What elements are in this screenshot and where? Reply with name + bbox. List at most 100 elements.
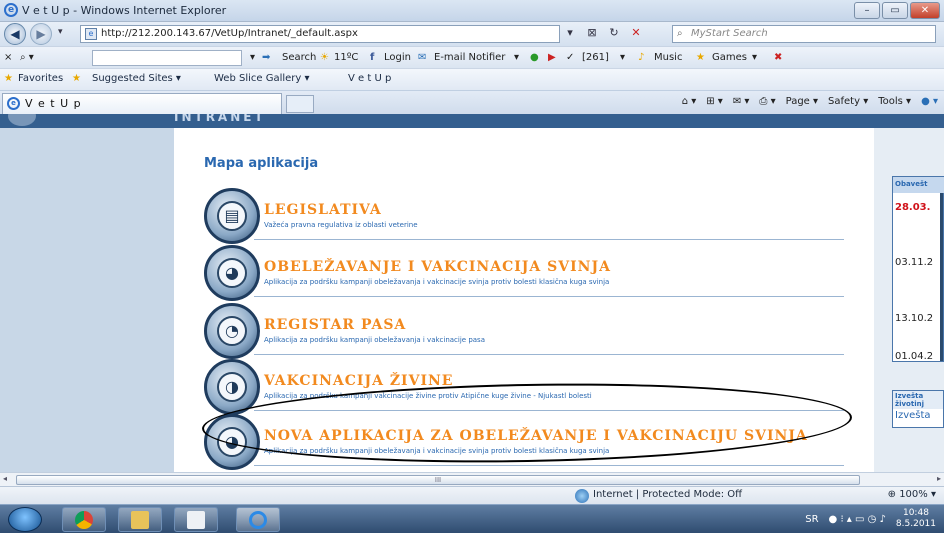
notice-date[interactable]: 28.03.: [895, 202, 930, 213]
help-icon[interactable]: ● ▾: [921, 96, 938, 107]
feeds-icon[interactable]: ⊞ ▾: [706, 96, 723, 107]
scroll-thumb[interactable]: III: [16, 475, 860, 485]
notice-date[interactable]: 03.11.2: [895, 257, 933, 268]
address-bar: ◀ ▶ ▾ e http://212.200.143.67/VetUp/Intr…: [0, 22, 944, 46]
weather-icon[interactable]: ☀: [320, 50, 329, 66]
zoom-control[interactable]: ⊕ 100% ▾: [888, 489, 936, 500]
search-toolbar-icon[interactable]: ⌕ ▾: [20, 50, 34, 66]
facebook-icon: f: [370, 52, 375, 63]
toolbar-search-input[interactable]: [92, 50, 242, 66]
taskbar-document[interactable]: [174, 507, 218, 532]
zoom-icon: ⊕: [887, 489, 896, 500]
banner-text: INTRANET: [174, 114, 266, 124]
notification-count[interactable]: [261]: [582, 50, 609, 66]
compat-view-icon[interactable]: ⊠: [584, 25, 600, 41]
taskbar-explorer[interactable]: [118, 507, 162, 532]
email-dropdown-icon[interactable]: ▾: [514, 50, 519, 66]
close-addon-icon[interactable]: ✖: [774, 50, 782, 66]
app-name[interactable]: VAKCINACIJA ŽIVINE: [264, 373, 453, 389]
taskbar-ie[interactable]: [236, 507, 280, 532]
toolbar-search-dropdown-icon[interactable]: ▾: [250, 50, 255, 66]
new-tab-button[interactable]: [286, 95, 314, 113]
count-dropdown-icon[interactable]: ▾: [620, 50, 625, 66]
games-button[interactable]: Games: [712, 50, 747, 66]
document-icon: ▤: [204, 188, 260, 244]
home-icon[interactable]: ⌂ ▾: [682, 96, 697, 107]
taskbar: SR ● ⁝ ▴ ▭ ◷ ♪ 10:48 8.5.2011: [0, 504, 944, 533]
email-notifier-button[interactable]: E-mail Notifier: [434, 50, 505, 66]
tray-icons[interactable]: ● ⁝ ▴ ▭ ◷ ♪: [829, 514, 886, 525]
app-name[interactable]: LEGISLATIVA: [264, 202, 382, 218]
ie-logo-icon: e: [4, 3, 18, 17]
reports-link[interactable]: Izvešta: [893, 409, 943, 422]
scroll-left-icon[interactable]: ◂: [3, 474, 7, 483]
fav-web-slice-gallery[interactable]: Web Slice Gallery ▾: [214, 73, 310, 84]
divider: [254, 239, 844, 240]
page-menu[interactable]: Page ▾: [786, 96, 818, 107]
minimize-button[interactable]: –: [854, 2, 880, 19]
app-name[interactable]: OBELEŽAVANJE I VAKCINACIJA SVINJA: [264, 259, 611, 275]
favorites-button[interactable]: Favorites: [18, 73, 63, 84]
right-pane: Obavešt 28.03. 03.11.2 13.10.2 01.04.2 I…: [874, 128, 944, 486]
reports-box: Izvešta životinj Izvešta: [892, 390, 944, 428]
clock[interactable]: 10:48 8.5.2011: [896, 508, 936, 530]
app-name[interactable]: REGISTAR PASA: [264, 317, 406, 333]
app-legislativa[interactable]: ▤ LEGISLATIVA Važeća pravna regulativa i…: [204, 188, 844, 252]
url-field[interactable]: e http://212.200.143.67/VetUp/Intranet/_…: [80, 25, 560, 43]
search-input[interactable]: ⌕ MyStart Search: [672, 25, 936, 43]
refresh-icon[interactable]: ↻: [606, 25, 622, 41]
page-banner: INTRANET: [0, 114, 944, 128]
tab-vetup[interactable]: e V e t U p: [2, 93, 282, 114]
games-icon: ★: [696, 52, 705, 63]
fav-vetup[interactable]: V e t U p: [348, 73, 391, 84]
stop-icon[interactable]: ✕: [628, 25, 644, 41]
youtube-icon[interactable]: ▶: [548, 50, 556, 66]
clock-time: 10:48: [902, 508, 929, 518]
close-button[interactable]: ✕: [910, 2, 940, 19]
mail-icon[interactable]: ✉ ▾: [733, 96, 750, 107]
horizontal-scrollbar[interactable]: ◂ III ▸: [0, 472, 944, 486]
login-button[interactable]: Login: [384, 50, 411, 66]
history-dropdown-icon[interactable]: ▾: [58, 27, 63, 37]
app-obelezavanje-svinja[interactable]: ◕ OBELEŽAVANJE I VAKCINACIJA SVINJA Apli…: [204, 245, 844, 309]
favorites-star-icon: ★: [4, 73, 13, 84]
toolbar-search-go-icon[interactable]: ➡: [262, 50, 270, 66]
print-icon[interactable]: ⎙ ▾: [759, 96, 775, 107]
tools-menu[interactable]: Tools ▾: [878, 96, 911, 107]
forward-button[interactable]: ▶: [30, 23, 52, 45]
back-button[interactable]: ◀: [4, 23, 26, 45]
weather-temp[interactable]: 11ºC: [334, 50, 358, 66]
app-registar-pasa[interactable]: ◔ REGISTAR PASA Aplikacija za podršku ka…: [204, 303, 844, 367]
music-icon: ♪: [638, 52, 645, 63]
tab-bar: e V e t U p ⌂ ▾ ⊞ ▾ ✉ ▾ ⎙ ▾ Page ▾ Safet…: [0, 90, 944, 114]
maximize-button[interactable]: ▭: [882, 2, 908, 19]
fav-suggested-sites[interactable]: Suggested Sites ▾: [92, 73, 181, 84]
start-button[interactable]: [8, 507, 42, 532]
music-button[interactable]: Music: [654, 50, 682, 66]
taskbar-chrome[interactable]: [62, 507, 106, 532]
zoom-dropdown-icon[interactable]: ▾: [931, 489, 936, 500]
green-app-icon[interactable]: ●: [530, 50, 539, 66]
toolbar-search-button[interactable]: Search: [282, 50, 316, 66]
status-bar: Internet | Protected Mode: Off ⊕ 100% ▾: [0, 486, 944, 504]
notices-header: Obavešt: [893, 177, 944, 193]
url-dropdown-icon[interactable]: ▾: [562, 25, 578, 41]
safety-menu[interactable]: Safety ▾: [828, 96, 868, 107]
notices-scrollbar[interactable]: [940, 193, 943, 361]
tools-icon[interactable]: ▾: [752, 50, 757, 66]
notice-date[interactable]: 13.10.2: [895, 313, 933, 324]
search-placeholder: MyStart Search: [691, 28, 768, 39]
left-pane: [0, 128, 174, 486]
divider: [254, 465, 844, 466]
search-icon: ⌕: [677, 28, 683, 39]
close-toolbar-icon[interactable]: ×: [4, 50, 12, 66]
notice-date[interactable]: 01.04.2: [895, 351, 933, 362]
favorites-bar: ★ Favorites ★ Suggested Sites ▾ Web Slic…: [0, 68, 944, 90]
add-favorite-icon[interactable]: ★: [72, 73, 81, 84]
scroll-right-icon[interactable]: ▸: [937, 474, 941, 483]
ie-page-icon: e: [7, 97, 20, 110]
security-zone[interactable]: Internet | Protected Mode: Off: [575, 489, 742, 503]
notify-icon: ✓: [566, 52, 575, 63]
page-icon: e: [85, 28, 97, 40]
language-indicator[interactable]: SR: [805, 514, 818, 525]
